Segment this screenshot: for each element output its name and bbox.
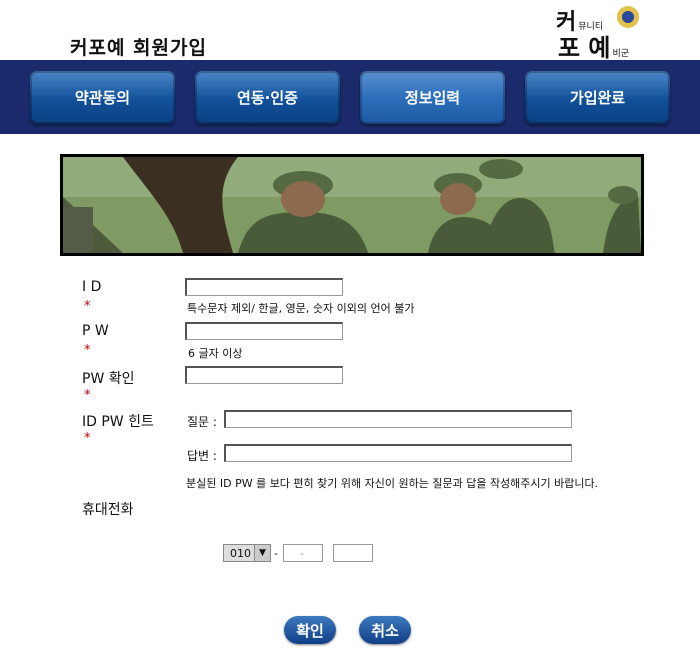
confirm-button[interactable]: 확인 xyxy=(284,616,336,644)
hint-answer-input[interactable] xyxy=(224,444,572,462)
pw-confirm-required-mark: * xyxy=(84,388,91,403)
site-logo[interactable]: 커 뮤니티 포 예 비군 xyxy=(552,4,648,62)
phone-prefix-value: 010 xyxy=(230,547,251,560)
page-title: 커포예 회원가입 xyxy=(70,37,207,59)
tab-label: 연동·인증 xyxy=(237,89,298,107)
phone-label: 휴대전화 xyxy=(82,502,134,518)
phone-last-input[interactable] xyxy=(333,544,373,562)
phone-separator: - xyxy=(274,547,278,560)
hint-question-input[interactable] xyxy=(224,410,572,428)
logo-text-2: 포 예 xyxy=(558,33,611,62)
cancel-button[interactable]: 취소 xyxy=(359,616,411,644)
hint-required-mark: * xyxy=(84,431,91,446)
phone-separator-2: - xyxy=(300,547,304,560)
hint-section-label: ID PW 힌트 xyxy=(82,414,154,430)
pw-required-mark: * xyxy=(84,343,91,358)
answer-label: 답변 : xyxy=(187,449,217,463)
id-required-mark: * xyxy=(84,299,91,314)
id-input[interactable] xyxy=(185,278,343,296)
pw-confirm-input[interactable] xyxy=(185,366,343,384)
tab-label: 정보입력 xyxy=(404,89,461,107)
tab-terms[interactable]: 약관동의 xyxy=(30,71,175,124)
pw-label: P W xyxy=(82,323,109,339)
tab-label: 약관동의 xyxy=(74,89,131,107)
hint-note: 분실된 ID PW 를 보다 편히 찾기 위해 자신이 원하는 질문과 답을 작… xyxy=(186,477,599,490)
tab-label: 가입완료 xyxy=(569,89,626,107)
pw-hint: 6 글자 이상 xyxy=(188,347,243,360)
phone-prefix-select[interactable]: 010 ▼ xyxy=(223,544,271,562)
tab-verification[interactable]: 연동·인증 xyxy=(195,71,340,124)
emblem-icon xyxy=(617,6,639,28)
pw-confirm-label: PW 확인 xyxy=(82,371,135,387)
pw-input[interactable] xyxy=(185,322,343,340)
logo-text-2-small: 비군 xyxy=(612,49,630,59)
soldiers-banner-image xyxy=(60,154,644,256)
question-label: 질문 : xyxy=(187,415,217,429)
id-hint: 특수문자 제외/ 한글, 영문, 숫자 이외의 언어 불가 xyxy=(187,302,415,315)
id-label: I D xyxy=(82,279,102,295)
tab-info-input[interactable]: 정보입력 xyxy=(360,71,505,124)
step-nav: 약관동의 연동·인증 정보입력 가입완료 xyxy=(0,60,700,134)
tab-complete[interactable]: 가입완료 xyxy=(525,71,670,124)
chevron-down-icon[interactable]: ▼ xyxy=(254,545,270,561)
